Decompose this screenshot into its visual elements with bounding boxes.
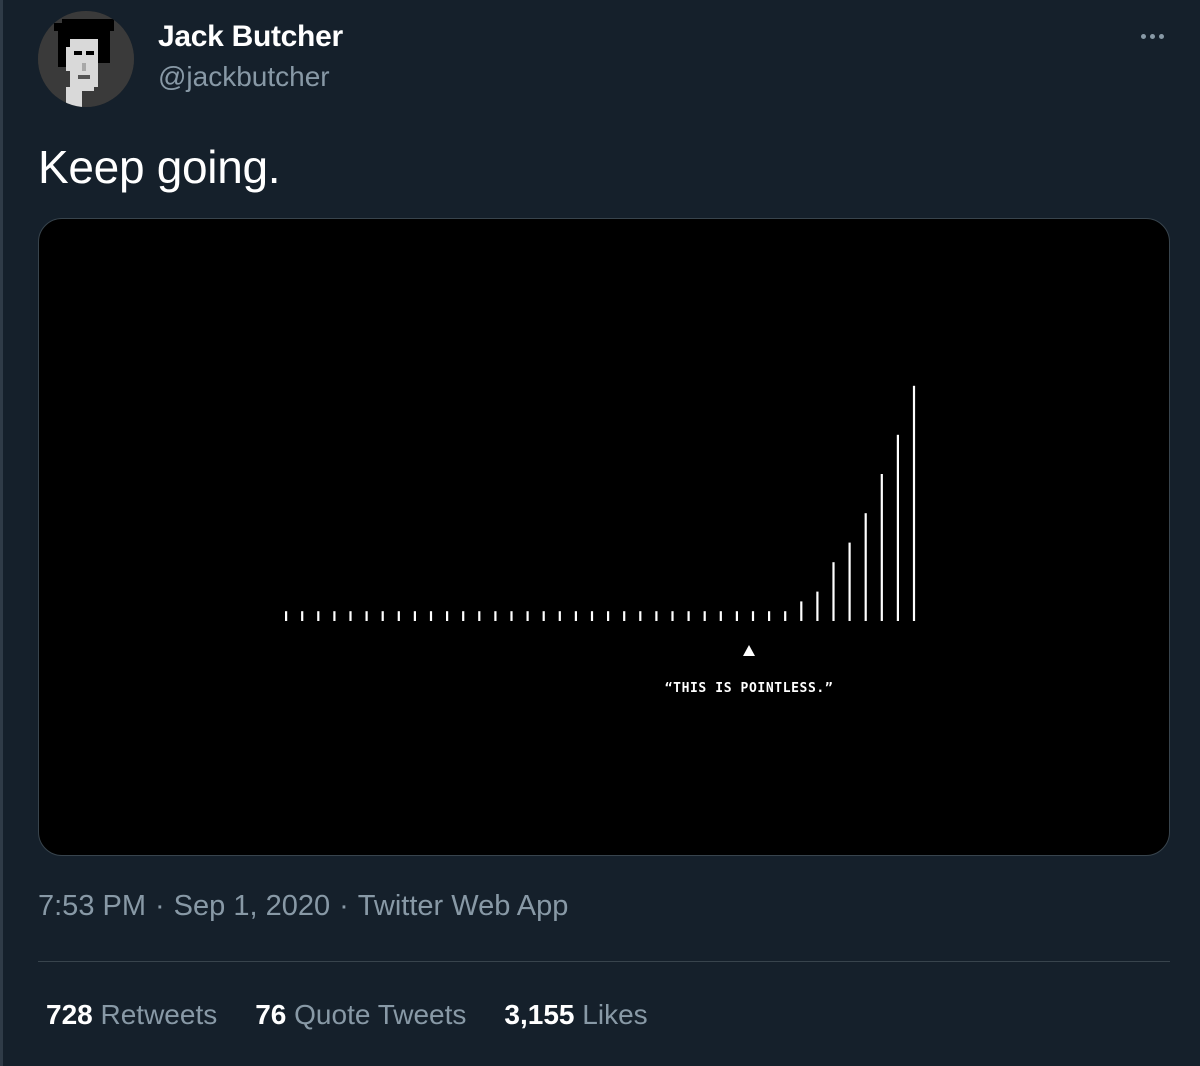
chart-bar <box>301 611 304 621</box>
chart-bar <box>558 611 561 621</box>
chart-bar <box>429 611 433 621</box>
chart-bar <box>719 611 722 621</box>
meta-separator: · <box>155 890 165 922</box>
retweets-count: 728 <box>46 999 93 1030</box>
chart-bar <box>864 513 867 621</box>
author-display-name[interactable]: Jack Butcher <box>158 20 343 54</box>
chart-bar <box>768 611 771 621</box>
chart-bar <box>317 611 320 621</box>
chart-bar <box>655 611 658 621</box>
triangle-up-icon <box>743 645 755 656</box>
chart-bar <box>349 611 352 621</box>
chart-bar <box>542 611 545 621</box>
chart-bar <box>912 385 916 621</box>
chart-bar <box>446 611 449 621</box>
chart-bar <box>590 611 594 621</box>
chart-bar <box>800 601 803 621</box>
stats-divider <box>38 961 1170 962</box>
tweet-time[interactable]: 7:53 PM <box>38 890 146 922</box>
chart-bar <box>333 611 336 621</box>
chart-bar <box>639 611 642 621</box>
likes-stat[interactable]: 3,155 Likes <box>504 999 647 1031</box>
chart-bar <box>413 611 416 621</box>
chart-bar <box>784 611 787 621</box>
retweets-label: Retweets <box>100 999 218 1030</box>
tweet-date[interactable]: Sep 1, 2020 <box>174 890 330 922</box>
chart-bar <box>816 591 819 621</box>
chart-bar <box>510 611 513 621</box>
chart-bar <box>381 611 384 621</box>
chart-bar <box>848 542 851 621</box>
chart-bar <box>607 611 610 621</box>
chart-bar <box>526 611 529 621</box>
meta-separator: · <box>339 890 349 922</box>
avatar[interactable] <box>38 11 134 107</box>
chart-bar <box>285 611 288 621</box>
pixel-portrait-avatar-icon <box>38 11 134 107</box>
chart-bars <box>285 385 916 621</box>
quote-tweets-stat[interactable]: 76 Quote Tweets <box>255 999 466 1031</box>
chart-bar <box>880 474 883 621</box>
quote-tweets-label: Quote Tweets <box>294 999 467 1030</box>
more-options-dot <box>1149 33 1155 39</box>
author-handle[interactable]: @jackbutcher <box>158 61 330 93</box>
retweets-stat[interactable]: 728 Retweets <box>46 999 217 1031</box>
chart-bar <box>478 611 481 621</box>
chart-bar <box>574 611 577 621</box>
chart-bar <box>703 611 706 621</box>
more-options-dot <box>1158 33 1164 39</box>
tweet-source[interactable]: Twitter Web App <box>358 890 569 922</box>
tweet-text: Keep going. <box>38 141 281 193</box>
chart-bar <box>365 611 368 621</box>
chart-bar <box>832 562 835 621</box>
quote-tweets-count: 76 <box>255 999 287 1030</box>
chart-annotation: “THIS IS POINTLESS.” <box>665 681 834 696</box>
growth-chart: “THIS IS POINTLESS.” <box>285 385 916 696</box>
likes-count: 3,155 <box>504 999 575 1030</box>
chart-bar <box>896 434 899 621</box>
likes-label: Likes <box>582 999 648 1030</box>
chart-bar <box>671 611 674 621</box>
tweet-page: Jack Butcher @jackbutcher Keep going. “T… <box>0 0 1200 1066</box>
timeline-border <box>0 0 3 1066</box>
chart-bar <box>397 611 400 621</box>
chart-bar <box>623 611 626 621</box>
chart-bar <box>687 611 690 621</box>
more-options-button[interactable] <box>1132 22 1172 50</box>
engagement-stats: 728 Retweets 76 Quote Tweets 3,155 Likes <box>46 999 686 1031</box>
tweet-metadata: 7:53 PM · Sep 1, 2020 · Twitter Web App <box>38 890 568 923</box>
chart-bar <box>462 611 465 621</box>
chart-bar <box>751 611 755 621</box>
tweet-media-image[interactable]: “THIS IS POINTLESS.” <box>38 218 1170 856</box>
more-options-icon <box>1140 33 1146 39</box>
chart-bar <box>735 611 738 621</box>
chart-bar <box>494 611 497 621</box>
